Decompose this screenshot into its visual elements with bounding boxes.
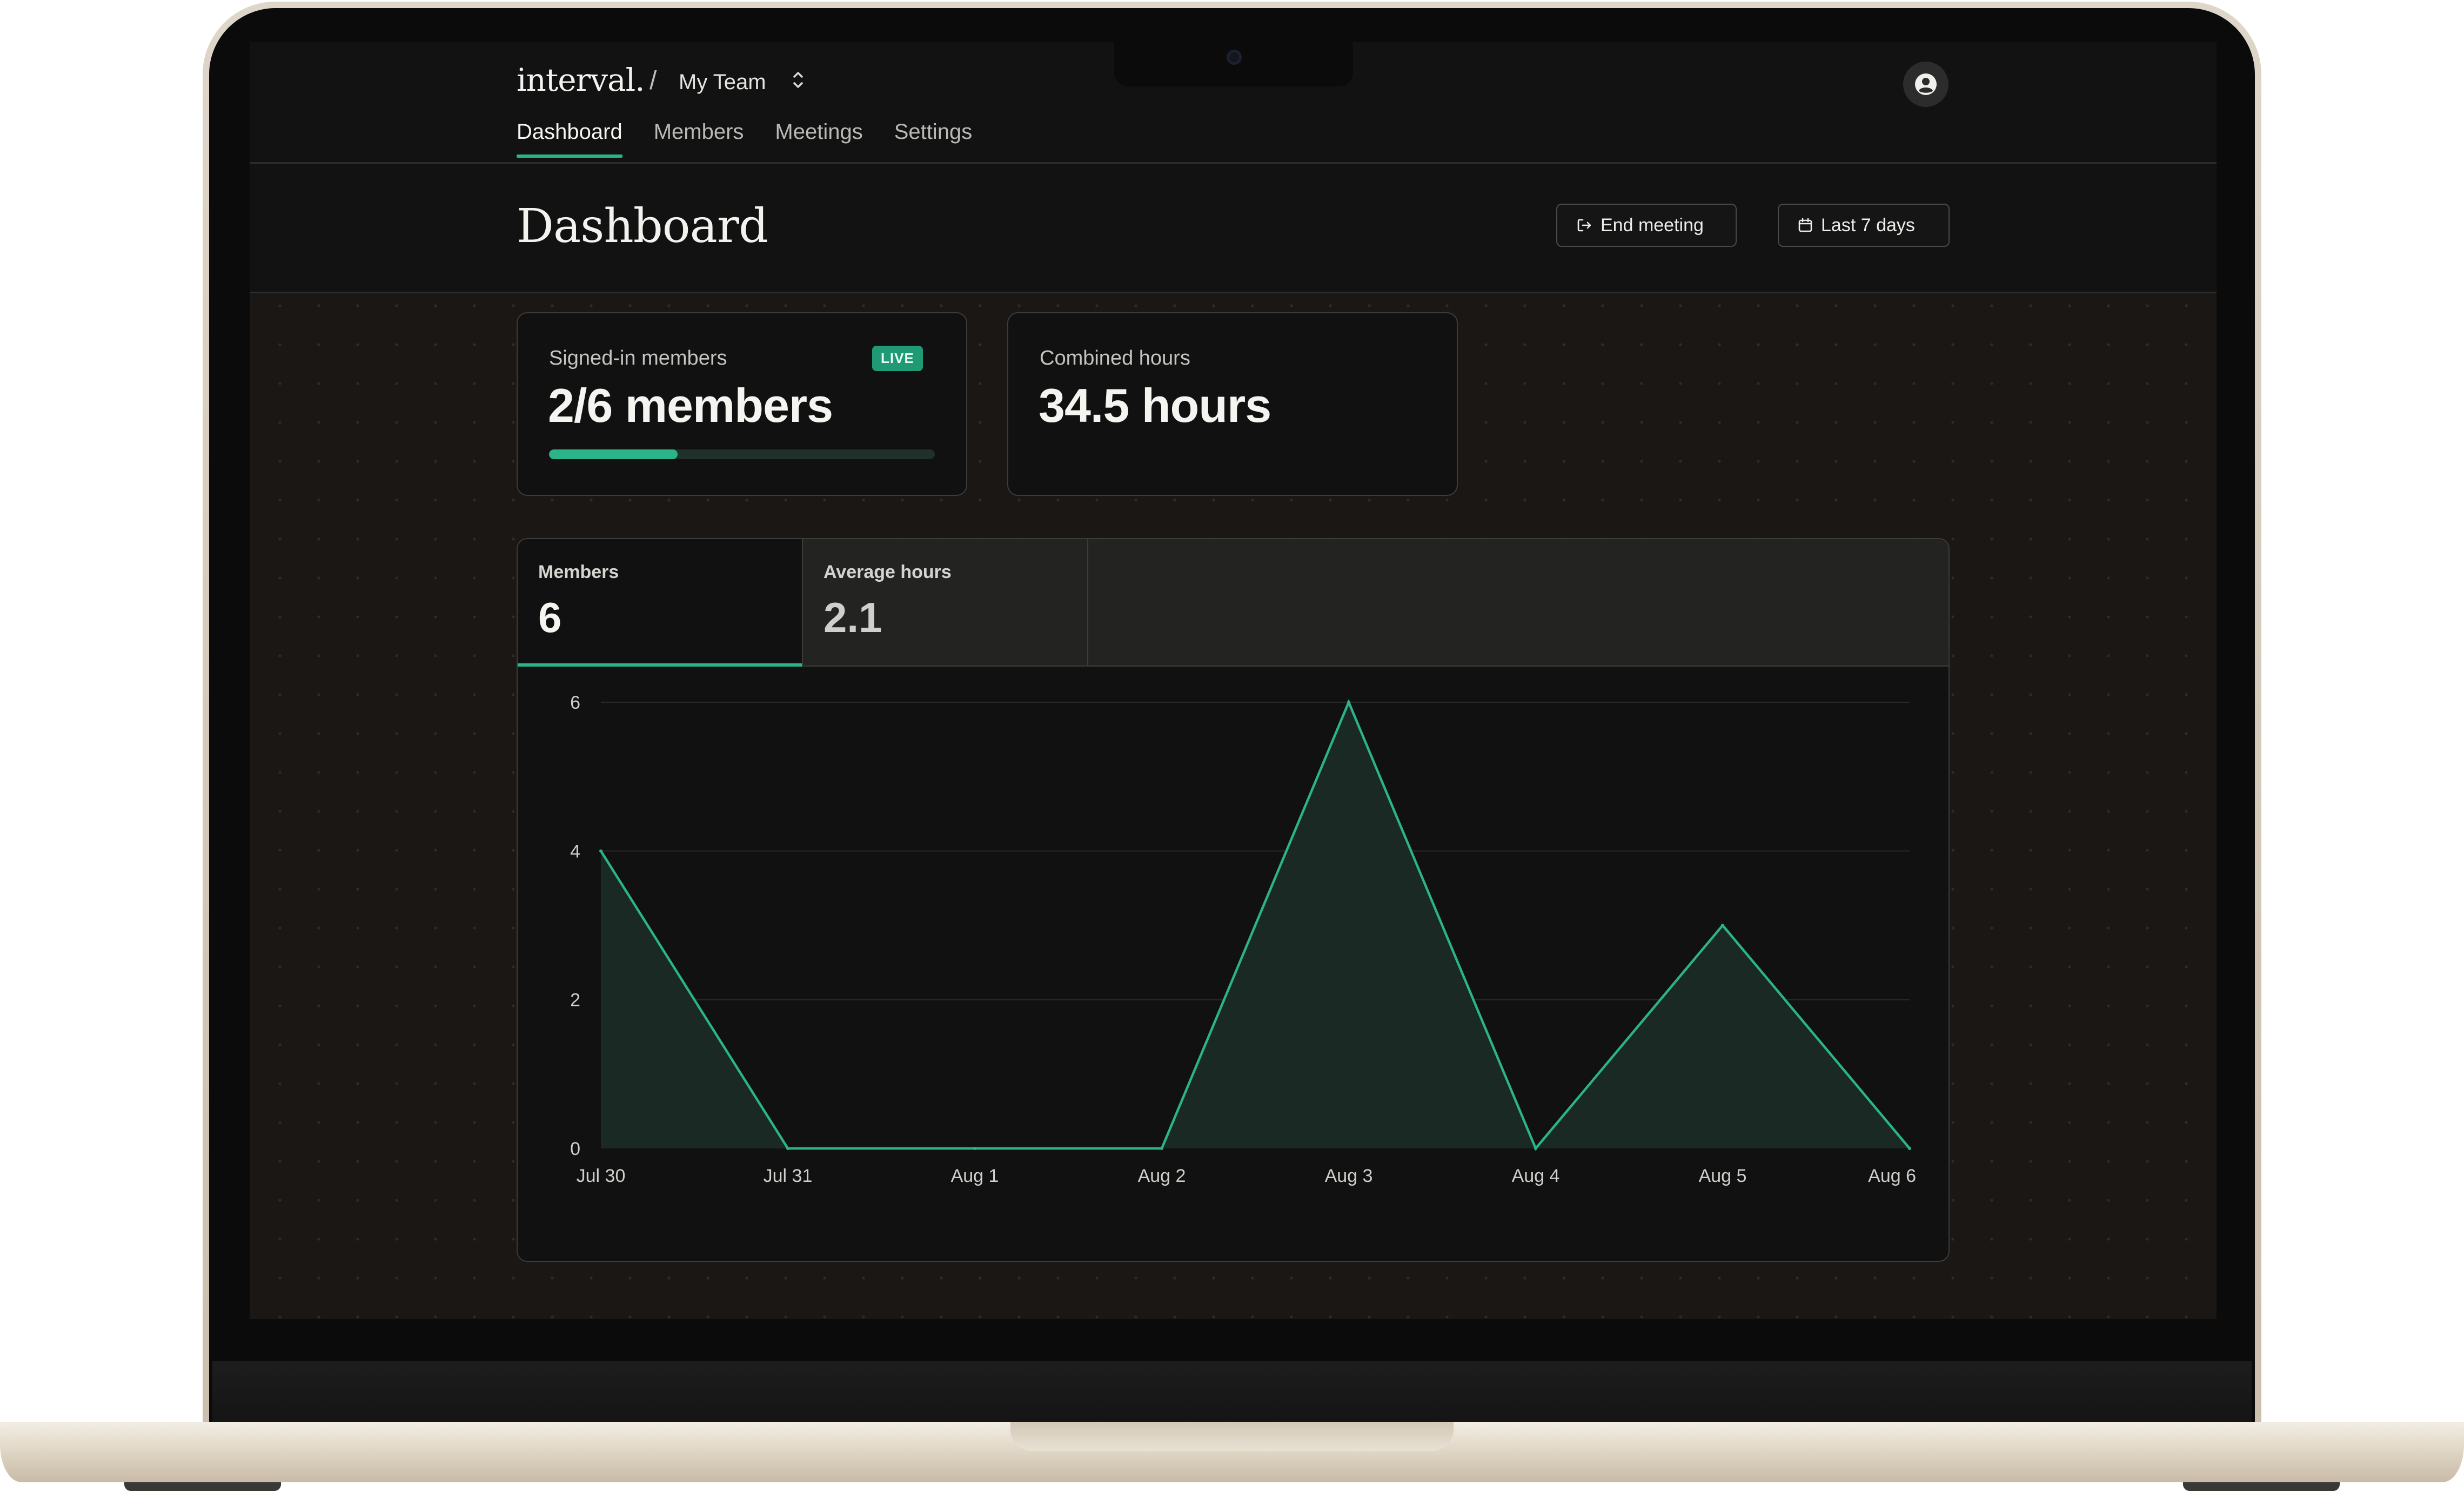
signed-in-progress-bar xyxy=(549,449,935,459)
tab-members[interactable]: Members 6 xyxy=(518,539,803,667)
page-header: Dashboard End meeting Last 7 days xyxy=(250,164,2217,293)
x-tick-label: Aug 3 xyxy=(1325,1166,1373,1186)
x-tick-label: Jul 31 xyxy=(764,1166,813,1186)
x-tick-label: Aug 1 xyxy=(951,1166,999,1186)
signed-in-members-card: Signed-in members LIVE 2/6 members xyxy=(517,312,967,496)
x-tick-label: Aug 5 xyxy=(1699,1166,1747,1186)
tab-average-hours-value: 2.1 xyxy=(823,594,882,641)
page-title: Dashboard xyxy=(517,199,768,253)
combined-hours-value: 34.5 hours xyxy=(1039,379,1271,432)
camera-notch xyxy=(1114,39,1353,86)
nav-members[interactable]: Members xyxy=(654,120,744,157)
breadcrumb-separator: / xyxy=(650,66,657,95)
data-point xyxy=(973,1147,976,1150)
data-point xyxy=(1721,924,1724,927)
metrics-panel: Members 6 Average hours 2.1 0 2 4 6 Jul 30 Ju… xyxy=(517,538,1950,1262)
combined-hours-label: Combined hours xyxy=(1040,347,1190,369)
laptop-foot-right xyxy=(2183,1482,2340,1491)
y-tick-label: 0 xyxy=(570,1139,580,1159)
app-logo[interactable]: interval. xyxy=(517,62,645,98)
date-range-button[interactable]: Last 7 days xyxy=(1778,204,1950,247)
screen: interval. / My Team Dashboard Members Me… xyxy=(250,42,2217,1319)
metric-tabs: Members 6 Average hours 2.1 xyxy=(518,539,1949,667)
tab-members-label: Members xyxy=(538,562,619,582)
tab-average-hours[interactable]: Average hours 2.1 xyxy=(803,539,1088,666)
main-nav: Dashboard Members Meetings Settings xyxy=(517,120,973,158)
progress-fill xyxy=(549,449,678,459)
laptop-foot-left xyxy=(124,1482,281,1491)
nav-dashboard[interactable]: Dashboard xyxy=(517,120,622,158)
signed-in-members-label: Signed-in members xyxy=(549,347,727,369)
data-point xyxy=(1908,1147,1911,1150)
members-area-chart: 0 2 4 6 Jul 30 Jul 31 Aug 1 Aug 2 Aug 3 Aug 4 Aug … xyxy=(570,693,1916,1186)
x-tick-label: Aug 2 xyxy=(1138,1166,1186,1186)
laptop-opening-notch xyxy=(1010,1422,1454,1451)
data-point xyxy=(1160,1147,1163,1150)
tab-members-value: 6 xyxy=(538,594,562,641)
sign-out-icon xyxy=(1577,219,1591,232)
laptop-hinge xyxy=(212,1361,2252,1426)
date-range-label: Last 7 days xyxy=(1821,214,1915,236)
data-point xyxy=(786,1147,789,1150)
end-meeting-button[interactable]: End meeting xyxy=(1556,204,1737,247)
chevron-up-down-icon[interactable] xyxy=(791,68,805,92)
data-point xyxy=(599,849,602,853)
combined-hours-card: Combined hours 34.5 hours xyxy=(1007,312,1458,496)
y-tick-label: 4 xyxy=(570,841,580,862)
y-tick-label: 2 xyxy=(570,990,580,1011)
team-switcher-label[interactable]: My Team xyxy=(679,70,766,95)
end-meeting-label: End meeting xyxy=(1601,214,1704,236)
y-tick-label: 6 xyxy=(570,693,580,713)
signed-in-members-value: 2/6 members xyxy=(548,379,833,432)
user-avatar[interactable] xyxy=(1903,62,1949,107)
nav-settings[interactable]: Settings xyxy=(894,120,973,157)
tab-average-hours-label: Average hours xyxy=(823,562,952,582)
data-point xyxy=(1534,1147,1537,1150)
x-tick-label: Jul 30 xyxy=(577,1166,626,1186)
user-circle-icon xyxy=(1915,73,1937,95)
camera-icon xyxy=(1227,50,1242,65)
nav-meetings[interactable]: Meetings xyxy=(775,120,862,157)
x-tick-label: Aug 4 xyxy=(1512,1166,1560,1186)
live-badge: LIVE xyxy=(872,346,923,371)
x-tick-label: Aug 6 xyxy=(1868,1166,1916,1186)
data-point xyxy=(1347,701,1350,704)
calendar-icon xyxy=(1798,218,1812,232)
